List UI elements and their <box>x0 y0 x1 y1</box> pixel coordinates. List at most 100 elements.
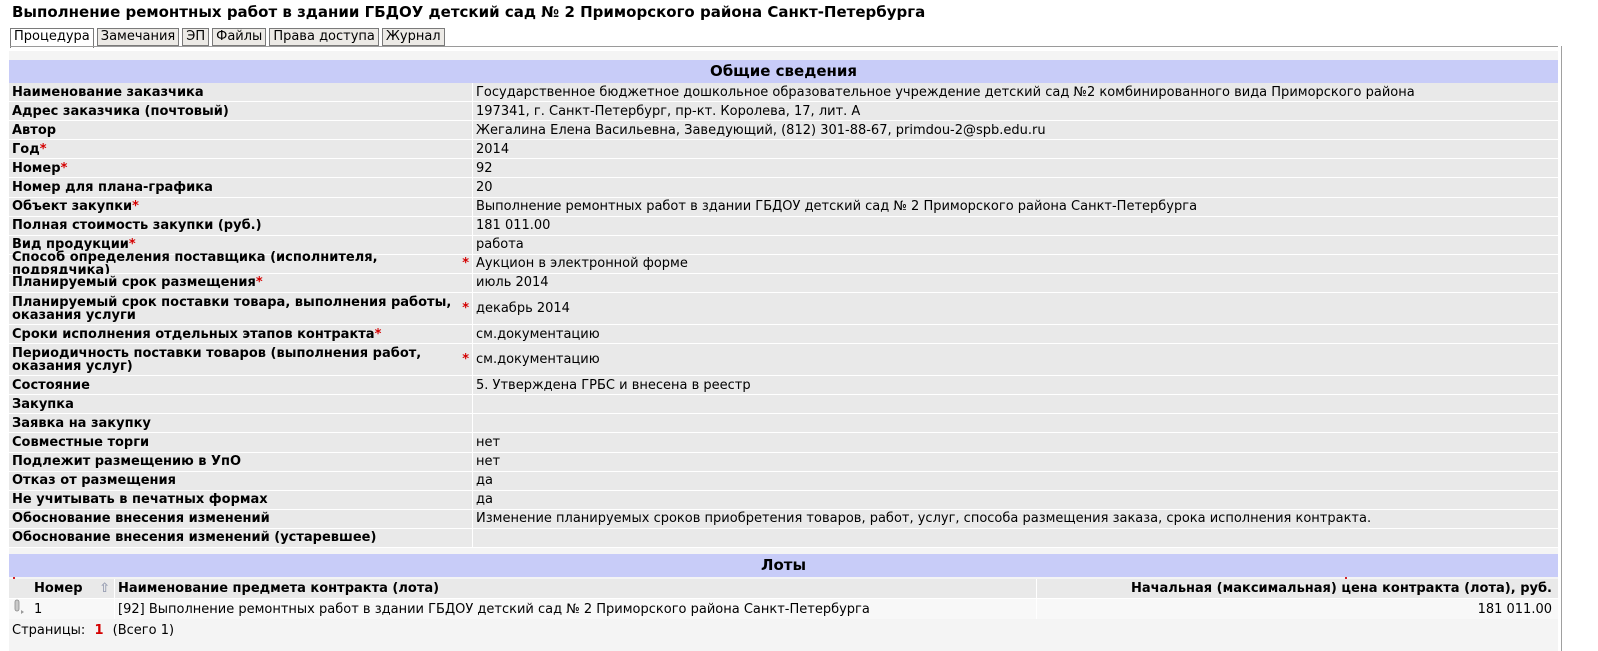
field-label: Совместные торги <box>9 433 473 452</box>
field-label: Способ определения поставщика (исполните… <box>9 251 473 277</box>
field-label: Номер для плана-графика <box>9 178 473 197</box>
required-marker: * <box>374 326 382 342</box>
field-value: Государственное бюджетное дошкольное обр… <box>473 83 1558 102</box>
field-label: Автор <box>9 121 473 140</box>
table-row: Обоснование внесения изменений (устаревш… <box>9 528 1558 548</box>
table-row: Объект закупки * Выполнение ремонтных рабо… <box>9 197 1558 217</box>
panel-border <box>1561 46 1562 651</box>
table-row: Состояние 5. Утверждена ГРБС и внесена в … <box>9 376 1558 396</box>
field-value: нет <box>473 433 1558 452</box>
tab-files[interactable]: Файлы <box>212 28 267 46</box>
table-row: Заявка на закупку <box>9 414 1558 434</box>
required-marker: * <box>255 275 263 291</box>
pager-label: Страницы: <box>12 623 86 638</box>
field-value: нет <box>473 452 1558 471</box>
field-value: 5. Утверждена ГРБС и внесена в реестр <box>473 376 1558 395</box>
table-row: Номер для плана-графика 20 <box>9 178 1558 198</box>
field-label: Заявка на закупку <box>9 414 473 433</box>
column-name-header[interactable]: Наименование предмета контракта (лота) <box>115 579 1037 598</box>
field-label: Обоснование внесения изменений (устаревш… <box>9 528 473 547</box>
table-row: Планируемый срок размещения * июль 2014 <box>9 273 1558 294</box>
table-row: Периодичность поставки товаров (выполнен… <box>9 344 1558 377</box>
field-value: работа <box>473 235 1558 254</box>
table-row: Способ определения поставщика (исполните… <box>9 251 1558 277</box>
page-link-1[interactable]: 1 <box>94 623 103 638</box>
table-row: Совместные торги нет <box>9 433 1558 453</box>
required-marker: * <box>132 199 139 215</box>
tab-access-rights[interactable]: Права доступа <box>269 28 379 46</box>
page-title: Выполнение ремонтных работ в здании ГБДО… <box>12 3 926 21</box>
table-row[interactable]: 1 [92] Выполнение ремонтных работ в здан… <box>9 599 1558 619</box>
lot-name[interactable]: [92] Выполнение ремонтных работ в здании… <box>115 599 1037 619</box>
field-value: да <box>473 471 1558 490</box>
table-row: Планируемый срок поставки товара, выполн… <box>9 293 1558 326</box>
table-row: Полная стоимость закупки (руб.) 181 011.0… <box>9 216 1558 236</box>
field-value: Жегалина Елена Васильевна, Заведующий, (… <box>473 121 1558 140</box>
table-row: Закупка <box>9 395 1558 415</box>
field-value: см.документацию <box>473 344 1558 376</box>
table-row: Отказ от размещения да <box>9 471 1558 491</box>
general-info-table: Наименование заказчика Государственное бю… <box>9 83 1558 548</box>
field-value <box>473 395 1558 414</box>
field-label: Подлежит размещению в УпО <box>9 452 473 471</box>
field-value: 2014 <box>473 140 1558 159</box>
table-row: Обоснование внесения изменений Изменение … <box>9 509 1558 529</box>
lots-header-row: Номер ⇧ Наименование предмета контракта … <box>9 579 1558 599</box>
field-value: 197341, г. Санкт-Петербург, пр-кт. Корол… <box>473 102 1558 121</box>
table-row: Автор Жегалина Елена Васильевна, Заведующ… <box>9 121 1558 141</box>
field-label: Планируемый срок поставки товара, выполн… <box>9 293 473 325</box>
field-value: да <box>473 490 1558 509</box>
field-label: Закупка <box>9 395 473 414</box>
field-label: Наименование заказчика <box>9 83 473 102</box>
required-marker: * <box>39 141 47 157</box>
table-row: Номер * 92 <box>9 159 1558 179</box>
table-row: Сроки исполнения отдельных этапов контра… <box>9 325 1558 345</box>
required-marker: * <box>462 301 469 317</box>
required-marker: * <box>462 256 469 272</box>
table-row: Не учитывать в печатных формах да <box>9 490 1558 510</box>
field-value: 181 011.00 <box>473 216 1558 235</box>
field-label: Обоснование внесения изменений <box>9 509 473 528</box>
pagination: Страницы: 1 (Всего 1) <box>12 623 174 638</box>
column-number-header[interactable]: Номер ⇧ <box>31 579 115 598</box>
field-value: см.документацию <box>473 325 1558 344</box>
field-label: Полная стоимость закупки (руб.) <box>9 216 473 235</box>
edit-lot-icon[interactable] <box>9 599 31 619</box>
field-label: Объект закупки * <box>9 197 473 216</box>
pager-total: (Всего 1) <box>112 623 175 638</box>
sort-arrow-icon[interactable]: ⇧ <box>99 581 110 596</box>
tab-procedure[interactable]: Процедура <box>10 28 94 48</box>
field-value: июль 2014 <box>473 273 1558 293</box>
field-label: Год * <box>9 140 473 159</box>
field-value: Выполнение ремонтных работ в здании ГБДО… <box>473 197 1558 216</box>
tab-signature[interactable]: ЭП <box>182 28 210 46</box>
lot-price: 181 011.00 <box>1477 601 1552 617</box>
tab-remarks[interactable]: Замечания <box>96 28 180 46</box>
field-value: Аукцион в электронной форме <box>473 254 1558 273</box>
lot-number: 1 <box>31 599 115 619</box>
field-label: Не учитывать в печатных формах <box>9 490 473 509</box>
field-value: Изменение планируемых сроков приобретени… <box>473 509 1558 528</box>
lots-table: Номер ⇧ Наименование предмета контракта … <box>9 579 1558 619</box>
field-label: Номер * <box>9 159 473 178</box>
required-marker: * <box>60 160 68 176</box>
tab-bar: Процедура Замечания ЭП Файлы Права досту… <box>10 28 445 48</box>
field-value <box>473 414 1558 433</box>
tab-divider <box>10 46 1558 47</box>
field-value <box>473 528 1558 547</box>
table-row: Подлежит размещению в УпО нет <box>9 452 1558 472</box>
procedure-panel: Общие сведения Наименование заказчика Гос… <box>9 51 1558 651</box>
field-value: 92 <box>473 159 1558 178</box>
field-label: Состояние <box>9 376 473 395</box>
tab-journal[interactable]: Журнал <box>381 28 445 46</box>
field-label: Планируемый срок размещения * <box>9 273 473 293</box>
field-label: Отказ от размещения <box>9 471 473 490</box>
column-price-header[interactable]: Начальная (максимальная) цена контракта … <box>1037 581 1558 596</box>
field-label: Периодичность поставки товаров (выполнен… <box>9 344 473 376</box>
field-label: Адрес заказчика (почтовый) <box>9 102 473 121</box>
general-info-heading: Общие сведения <box>9 60 1558 83</box>
table-row: Адрес заказчика (почтовый) 197341, г. Сан… <box>9 102 1558 122</box>
field-label: Сроки исполнения отдельных этапов контра… <box>9 325 473 344</box>
table-row: Год * 2014 <box>9 140 1558 160</box>
field-value: 20 <box>473 178 1558 197</box>
